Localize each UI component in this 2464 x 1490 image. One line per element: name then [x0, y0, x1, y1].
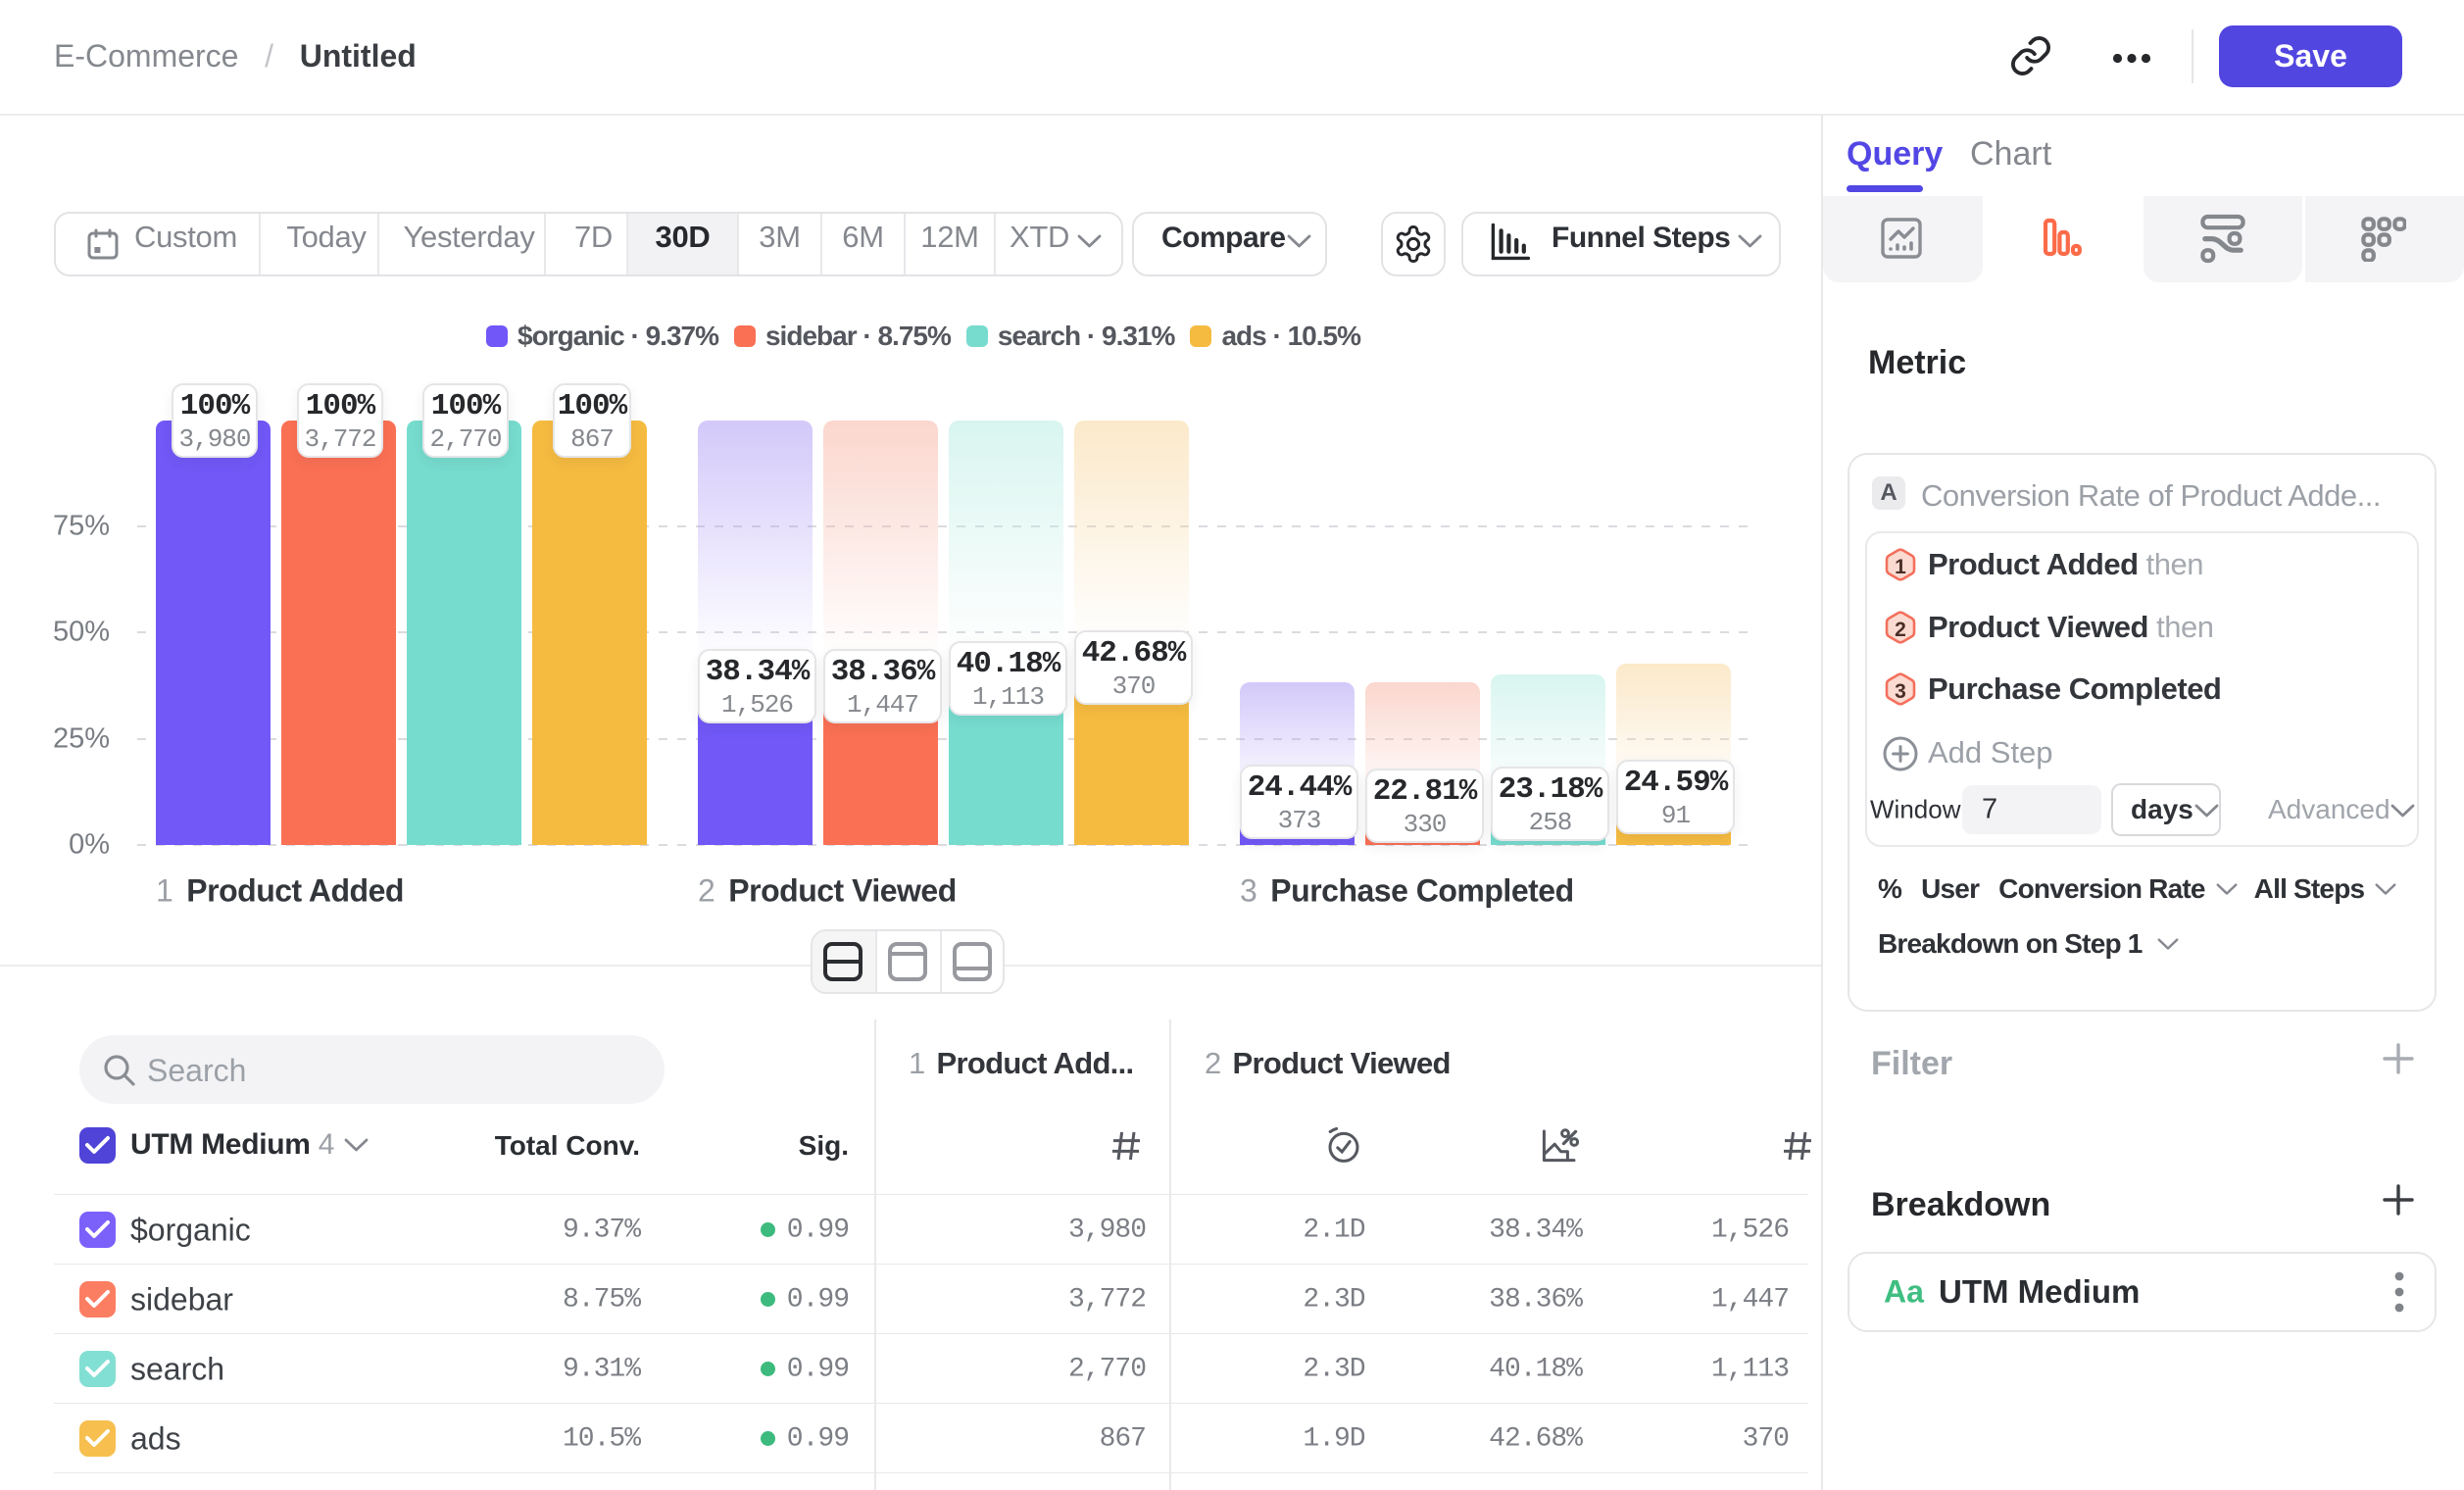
svg-text:2: 2: [1895, 619, 1906, 641]
svg-text:3: 3: [1895, 680, 1906, 703]
svg-text:1: 1: [1895, 556, 1906, 578]
